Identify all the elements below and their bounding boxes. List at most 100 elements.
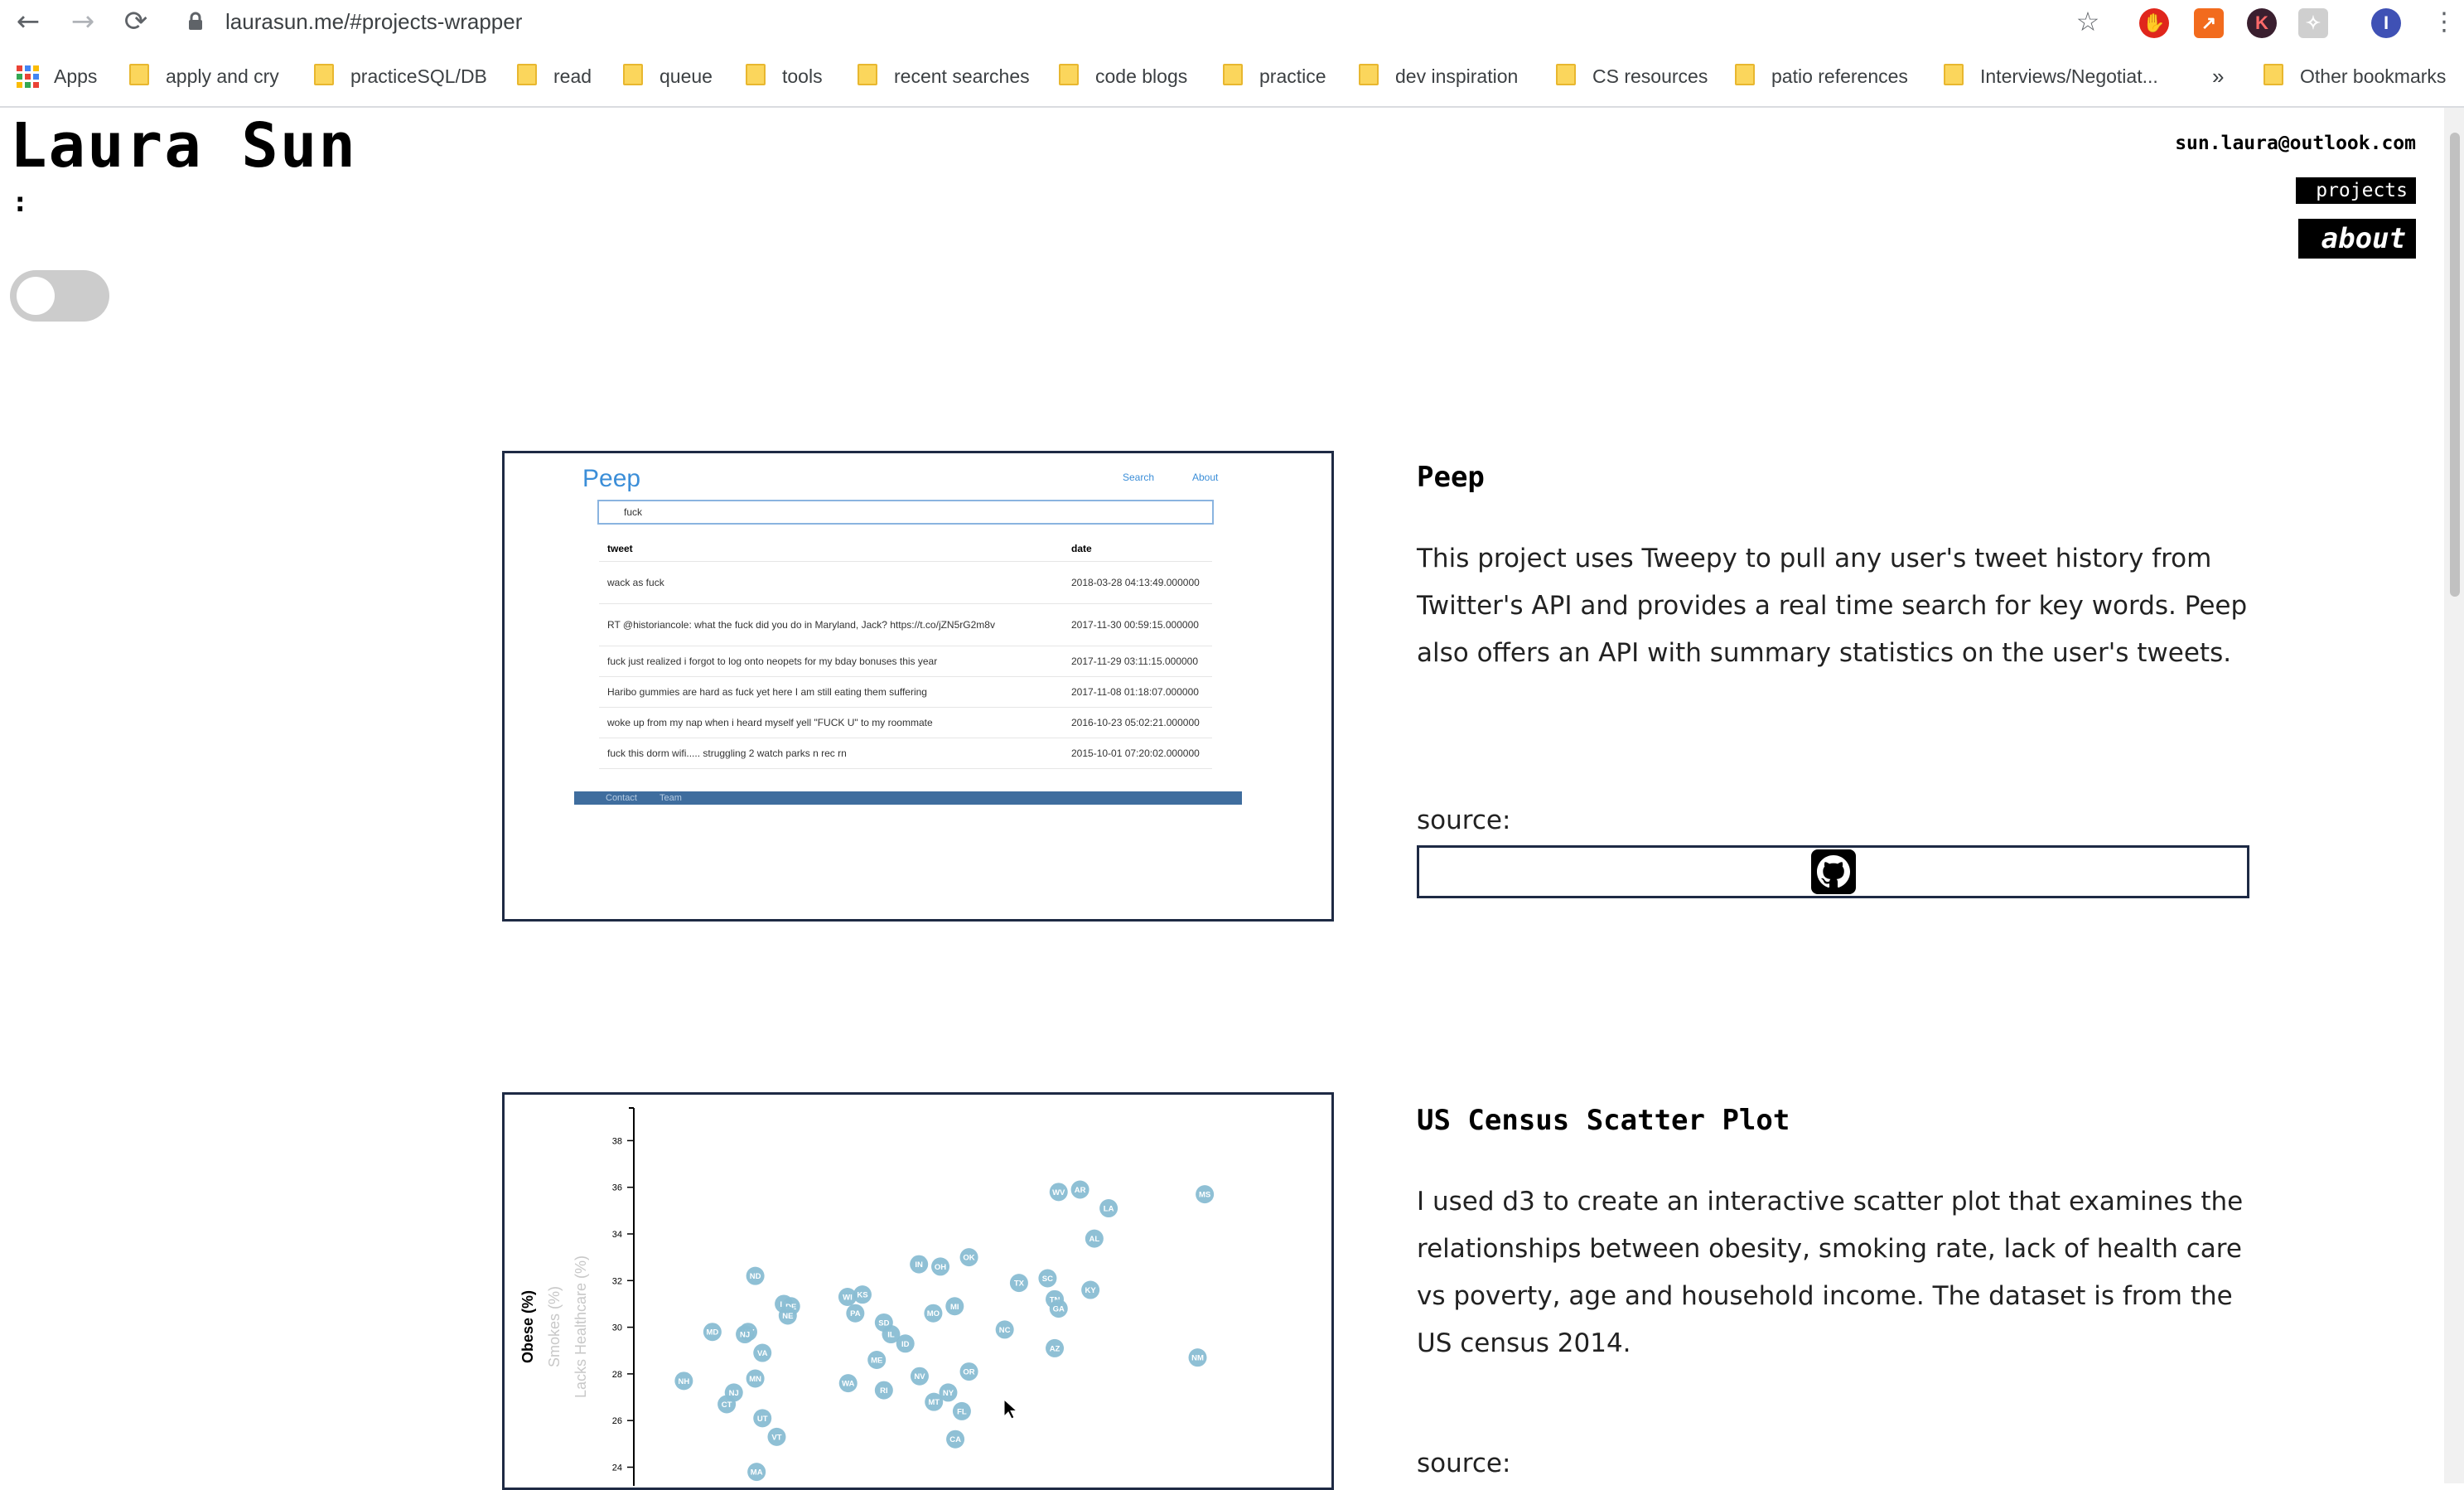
- folder-icon: [517, 64, 537, 85]
- trend-chart-icon[interactable]: ↗: [2194, 8, 2224, 38]
- cursor-arrow-icon: [1003, 1398, 1018, 1420]
- data-point-label: MD: [706, 1328, 718, 1338]
- folder-icon: [858, 64, 877, 85]
- folder-icon: [1059, 64, 1079, 85]
- email-link[interactable]: sun.laura@outlook.com: [2175, 133, 2416, 154]
- data-point-label: IL: [887, 1331, 895, 1340]
- folder-icon: [1223, 64, 1243, 85]
- bookmark-folder[interactable]: patio references: [1735, 60, 1908, 93]
- bookmark-folder[interactable]: read: [517, 60, 592, 93]
- peep-footer: Contact Team: [574, 791, 1242, 805]
- project-description: I used d3 to create an interactive scatt…: [1417, 1187, 2244, 1358]
- site-subtitle: :: [12, 186, 29, 219]
- data-point-label: VT: [771, 1433, 781, 1442]
- bookmark-other[interactable]: Other bookmarks: [2263, 60, 2446, 93]
- data-point-label: MT: [928, 1398, 940, 1407]
- data-point-label: IN: [915, 1260, 923, 1270]
- folder-icon: [1359, 64, 1379, 85]
- data-point-label: ID: [901, 1340, 910, 1349]
- bookmark-apps[interactable]: Apps: [17, 60, 97, 93]
- table-row: RT @historiancole: what the fuck did you…: [599, 604, 1212, 646]
- data-point-label: MN: [749, 1375, 761, 1384]
- scatter-chart: 24 26 28 30 32 34 36 38 Obese (%) Smokes (%) Lacks…: [519, 1107, 1215, 1486]
- y-tick-label: 24: [612, 1463, 622, 1473]
- puzzle-extension-icon[interactable]: ✧: [2298, 8, 2328, 38]
- y-axis-label: Lacks Healthcare (%): [573, 1255, 589, 1398]
- folder-icon: [314, 64, 334, 85]
- y-tick-label: 28: [612, 1370, 622, 1380]
- project-description: This project uses Tweepy to pull any use…: [1417, 544, 2248, 668]
- reload-icon[interactable]: ⟳: [114, 0, 157, 43]
- scrollbar-thumb[interactable]: [2450, 133, 2460, 597]
- toggle-knob: [17, 277, 55, 315]
- github-source-link[interactable]: [1417, 845, 2249, 898]
- folder-icon: [1735, 64, 1755, 85]
- address-bar[interactable]: laurasun.me/#projects-wrapper: [225, 7, 522, 36]
- y-axis-label: Obese (%): [519, 1290, 536, 1363]
- bookmark-folder[interactable]: tools: [746, 60, 823, 93]
- data-point-label: MS: [1199, 1191, 1210, 1200]
- bookmark-folder[interactable]: practiceSQL/DB: [314, 60, 487, 93]
- bookmark-folder[interactable]: practice: [1223, 60, 1326, 93]
- data-point-label: MI: [950, 1303, 959, 1312]
- bookmark-folder[interactable]: CS resources: [1556, 60, 1708, 93]
- data-point-label: GA: [1053, 1305, 1065, 1314]
- data-point-label: OK: [963, 1254, 974, 1263]
- data-point-label: OR: [963, 1368, 974, 1377]
- bookmark-star-icon[interactable]: ☆: [2066, 0, 2109, 43]
- y-tick-label: 26: [612, 1416, 622, 1426]
- y-tick-label: 36: [612, 1183, 622, 1193]
- folder-icon: [746, 64, 766, 85]
- source-label: source:: [1417, 1449, 1511, 1478]
- data-point-label: UT: [757, 1415, 768, 1424]
- site-title: Laura Sun: [10, 110, 357, 181]
- folder-icon: [129, 64, 149, 85]
- peep-brand: Peep: [582, 465, 641, 492]
- about-nav-button[interactable]: about: [2297, 219, 2416, 259]
- data-point-label: NC: [999, 1326, 1011, 1335]
- bookmark-folder[interactable]: code blogs: [1059, 60, 1187, 93]
- peep-nav-search: Search: [1123, 472, 1155, 483]
- data-point-label: CA: [949, 1435, 961, 1444]
- data-point-label: WA: [842, 1380, 854, 1389]
- bookmark-folder[interactable]: Interviews/Negotiat...: [1944, 60, 2158, 93]
- bookmark-folder[interactable]: recent searches: [858, 60, 1030, 93]
- data-point-label: TX: [1014, 1280, 1025, 1289]
- data-point-label: VA: [757, 1349, 768, 1358]
- bookmarks-overflow-button[interactable]: »: [2212, 60, 2224, 93]
- data-point-label: KY: [1085, 1286, 1097, 1295]
- data-point-label: OH: [935, 1263, 946, 1272]
- table-row: fuck just realized i forgot to log onto …: [599, 646, 1212, 677]
- table-row: woke up from my nap when i heard myself …: [599, 708, 1212, 738]
- census-chart-preview: 24 26 28 30 32 34 36 38 Obese (%) Smokes (%) Lacks…: [502, 1092, 1334, 1490]
- peep-table-header: tweet date: [599, 536, 1212, 562]
- folder-icon: [623, 64, 643, 85]
- data-point-label: MA: [751, 1468, 763, 1478]
- data-point-label: KS: [857, 1291, 867, 1300]
- k-extension-icon[interactable]: K: [2247, 8, 2277, 38]
- profile-avatar-icon[interactable]: I: [2371, 8, 2401, 38]
- data-point-label: FL: [957, 1407, 967, 1416]
- peep-nav-about: About: [1192, 472, 1219, 483]
- bookmark-folder[interactable]: dev inspiration: [1359, 60, 1518, 93]
- peep-search-field: fuck: [597, 500, 1214, 525]
- menu-kebab-icon[interactable]: ⋮: [2423, 0, 2464, 43]
- y-tick-label: 38: [612, 1136, 622, 1146]
- data-point-label: NJ: [740, 1331, 750, 1340]
- browser-toolbar: ← → ⟳ laurasun.me/#projects-wrapper ☆ ✋ …: [0, 0, 2464, 46]
- lock-icon: [187, 12, 204, 35]
- adblock-icon[interactable]: ✋: [2139, 8, 2169, 38]
- data-point-label: NH: [679, 1377, 690, 1386]
- data-point-label: CT: [722, 1401, 732, 1410]
- data-point-label: WI: [843, 1294, 853, 1303]
- back-arrow-icon[interactable]: ←: [7, 0, 50, 43]
- data-point-label: WV: [1052, 1188, 1065, 1197]
- data-point-label: AL: [1089, 1235, 1100, 1244]
- data-point-label: ME: [871, 1357, 882, 1366]
- forward-arrow-icon[interactable]: →: [61, 0, 104, 43]
- github-icon: [1810, 849, 1856, 894]
- projects-nav-button[interactable]: projects: [2296, 177, 2416, 204]
- bookmark-folder[interactable]: queue: [623, 60, 713, 93]
- bookmark-folder[interactable]: apply and cry: [129, 60, 279, 93]
- data-point-label: LA: [1104, 1205, 1114, 1214]
